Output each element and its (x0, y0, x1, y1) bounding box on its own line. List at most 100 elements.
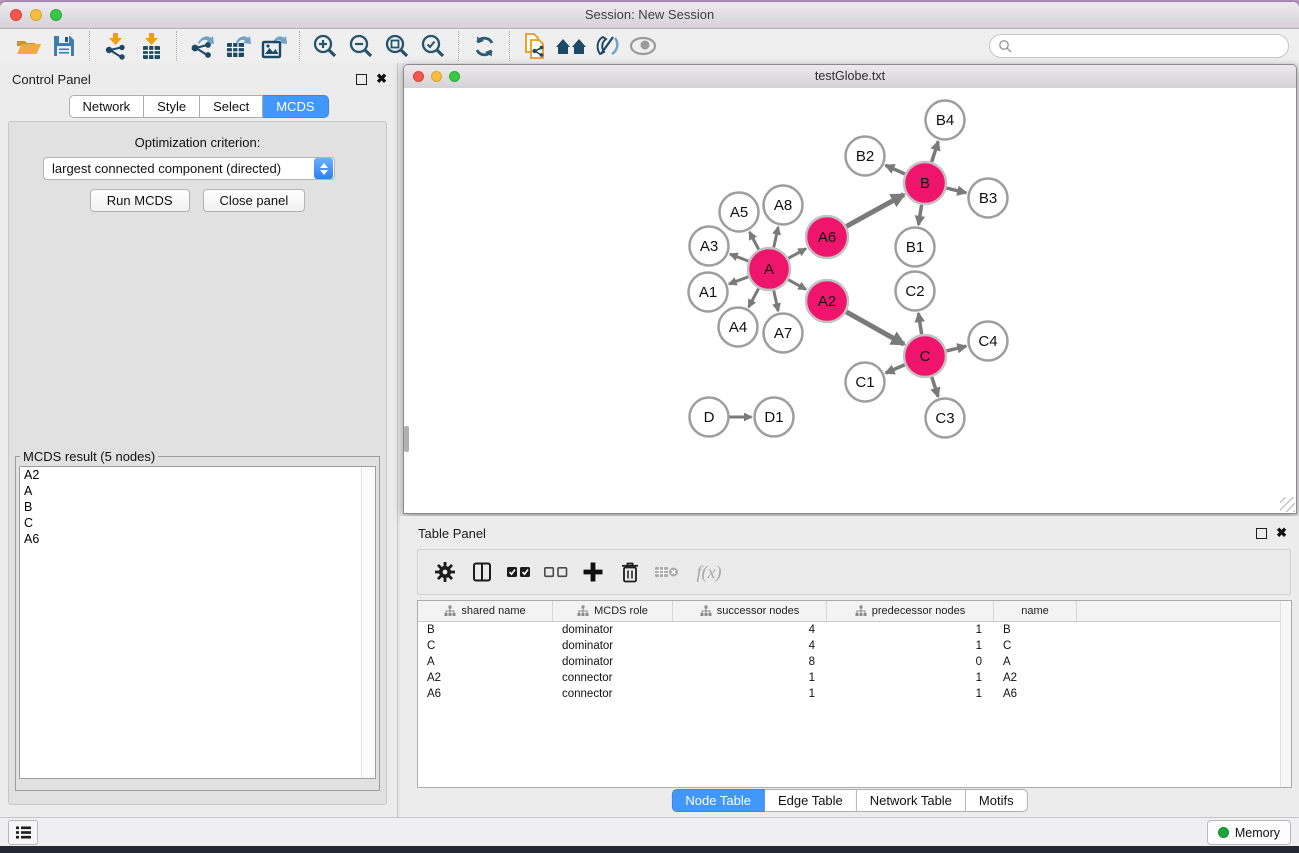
mcds-result-item[interactable]: C (20, 515, 375, 531)
graph-edge-A2-C[interactable] (846, 312, 904, 344)
zoom-fit-icon[interactable] (379, 31, 415, 61)
table-close-panel-icon[interactable]: ✖ (1276, 527, 1287, 539)
table-tab-motifs[interactable]: Motifs (966, 789, 1028, 812)
destroy-table-icon[interactable] (648, 556, 685, 588)
save-session-icon[interactable] (46, 31, 82, 61)
graph-edge-A-A6[interactable] (788, 249, 806, 259)
minimize-window-button[interactable] (30, 9, 42, 21)
deselect-all-icon[interactable] (537, 556, 574, 588)
graph-node-A6[interactable]: A6 (806, 216, 848, 258)
close-window-button[interactable] (10, 9, 22, 21)
graph-edge-A-A8[interactable] (774, 227, 778, 248)
table-row[interactable]: A6connector11A6 (418, 686, 1291, 702)
mcds-result-item[interactable]: A6 (20, 531, 375, 547)
float-panel-icon[interactable] (356, 74, 367, 85)
clone-network-icon[interactable] (517, 31, 553, 61)
graph-node-C[interactable]: C (904, 335, 946, 377)
refresh-icon[interactable] (466, 31, 502, 61)
graph-node-A1[interactable]: A1 (689, 273, 728, 312)
graph-node-C2[interactable]: C2 (896, 272, 935, 311)
tab-style[interactable]: Style (144, 95, 200, 118)
canvas-vertical-scrollbar[interactable] (404, 426, 409, 452)
graphics-details-icon[interactable] (589, 31, 625, 61)
criterion-select[interactable]: largest connected component (directed) (43, 157, 335, 180)
home-icon[interactable] (553, 31, 589, 61)
graph-node-D[interactable]: D (690, 398, 729, 437)
zoom-window-button[interactable] (50, 9, 62, 21)
table-split-view-icon[interactable] (463, 556, 500, 588)
delete-icon[interactable] (611, 556, 648, 588)
tab-network[interactable]: Network (68, 95, 144, 118)
graph-node-A3[interactable]: A3 (690, 227, 729, 266)
table-scrollbar[interactable] (1280, 601, 1291, 787)
graph-edge-A-A1[interactable] (729, 277, 748, 284)
graph-node-C4[interactable]: C4 (969, 322, 1008, 361)
graph-edge-B-B1[interactable] (918, 205, 921, 225)
tab-mcds[interactable]: MCDS (263, 95, 328, 118)
graph-node-A8[interactable]: A8 (764, 186, 803, 225)
zoom-out-icon[interactable] (343, 31, 379, 61)
export-network-icon[interactable] (184, 31, 220, 61)
mcds-result-list[interactable]: A2ABCA6 (19, 466, 376, 779)
graph-node-B1[interactable]: B1 (896, 228, 935, 267)
network-close-button[interactable] (413, 71, 424, 82)
table-tab-node-table[interactable]: Node Table (671, 789, 765, 812)
table-float-panel-icon[interactable] (1256, 528, 1267, 539)
network-window-titlebar[interactable]: testGlobe.txt (404, 65, 1296, 89)
import-table-icon[interactable] (133, 31, 169, 61)
column-header-mcds-role[interactable]: MCDS role (553, 601, 673, 621)
graph-edge-A-A4[interactable] (749, 288, 759, 307)
graph-node-A[interactable]: A (748, 248, 790, 290)
table-row[interactable]: Bdominator41B (418, 622, 1291, 638)
import-network-icon[interactable] (97, 31, 133, 61)
graph-edge-C-C1[interactable] (886, 365, 905, 373)
open-session-icon[interactable] (10, 31, 46, 61)
table-row[interactable]: Adominator80A (418, 654, 1291, 670)
table-tab-edge-table[interactable]: Edge Table (765, 789, 857, 812)
network-zoom-button[interactable] (449, 71, 460, 82)
graph-node-B2[interactable]: B2 (846, 137, 885, 176)
graph-edge-A-A3[interactable] (730, 254, 748, 261)
table-tab-network-table[interactable]: Network Table (857, 789, 966, 812)
run-mcds-button[interactable]: Run MCDS (90, 189, 190, 212)
graph-edge-A-A5[interactable] (749, 232, 758, 250)
zoom-in-icon[interactable] (307, 31, 343, 61)
result-scrollbar[interactable] (361, 467, 375, 778)
graph-node-D1[interactable]: D1 (755, 398, 794, 437)
eye-icon[interactable] (625, 31, 661, 61)
network-minimize-button[interactable] (431, 71, 442, 82)
table-row[interactable]: A2connector11A2 (418, 670, 1291, 686)
mcds-result-item[interactable]: A2 (20, 467, 375, 483)
column-header-name[interactable]: name (994, 601, 1077, 621)
graph-node-C3[interactable]: C3 (926, 399, 965, 438)
add-row-icon[interactable] (574, 556, 611, 588)
window-resize-grip[interactable] (1280, 497, 1295, 512)
graph-edge-C-C4[interactable] (946, 346, 966, 351)
mcds-result-item[interactable]: B (20, 499, 375, 515)
task-history-button[interactable] (8, 820, 38, 845)
graph-edge-A6-B[interactable] (846, 195, 904, 227)
table-row[interactable]: Cdominator41C (418, 638, 1291, 654)
function-builder-icon[interactable]: f(x) (685, 556, 733, 588)
export-table-icon[interactable] (220, 31, 256, 61)
graph-node-B4[interactable]: B4 (926, 101, 965, 140)
network-canvas[interactable]: AA1A2A3A4A5A6A7A8BB1B2B3B4CC1C2C3C4DD1 (404, 88, 1296, 513)
close-panel-button[interactable]: Close panel (203, 189, 306, 212)
column-header-shared-name[interactable]: shared name (418, 601, 553, 621)
graph-edge-B-B3[interactable] (946, 188, 966, 193)
graph-edge-B-B4[interactable] (932, 141, 939, 162)
select-all-icon[interactable] (500, 556, 537, 588)
memory-button[interactable]: Memory (1207, 820, 1291, 845)
table-settings-icon[interactable] (426, 556, 463, 588)
close-panel-icon[interactable]: ✖ (376, 73, 387, 85)
graph-edge-B-B2[interactable] (886, 165, 905, 174)
graph-node-A4[interactable]: A4 (719, 308, 758, 347)
graph-edge-C-C3[interactable] (932, 377, 938, 397)
search-input[interactable] (1012, 38, 1280, 54)
graph-node-C1[interactable]: C1 (846, 363, 885, 402)
graph-node-A7[interactable]: A7 (764, 314, 803, 353)
tab-select[interactable]: Select (200, 95, 263, 118)
graph-edge-A-A7[interactable] (774, 290, 778, 311)
graph-node-A5[interactable]: A5 (720, 193, 759, 232)
graph-edge-A-A2[interactable] (788, 280, 806, 290)
